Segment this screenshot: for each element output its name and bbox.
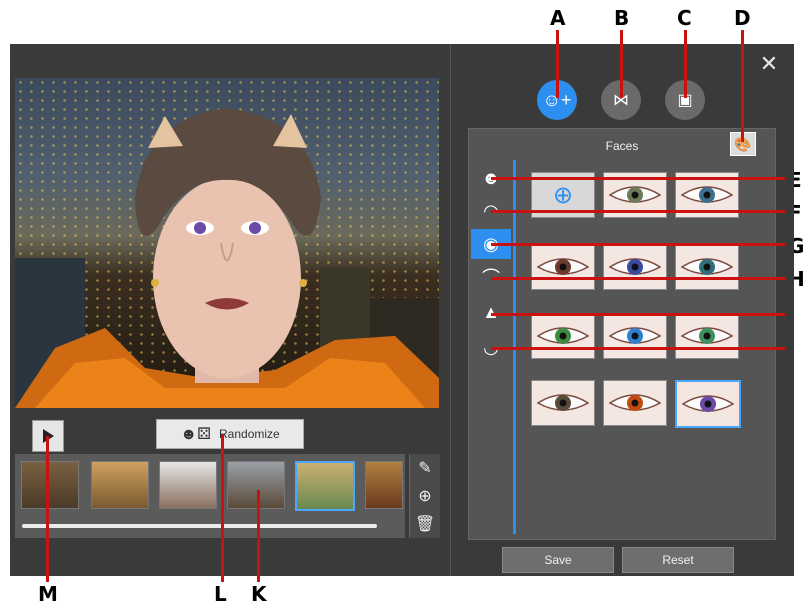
eye-option[interactable]: [603, 244, 667, 290]
category-nose[interactable]: ▲: [471, 297, 511, 327]
eye-option[interactable]: [603, 380, 667, 426]
character-thumb[interactable]: [91, 461, 149, 509]
online-info-icon: ⊕: [418, 488, 432, 505]
callout-line: [684, 30, 687, 98]
callout-line: [556, 30, 559, 98]
strip-scrollbar[interactable]: [22, 524, 377, 528]
eye-swatch: [536, 258, 590, 275]
edit-character-icon: ✎: [418, 460, 432, 477]
character-thumb[interactable]: [227, 461, 285, 509]
eye-option[interactable]: [675, 313, 739, 359]
online-info-button[interactable]: ⊕: [409, 482, 440, 510]
callout-l: L: [214, 582, 227, 606]
callout-line: [221, 434, 224, 582]
eye-option-selected[interactable]: [675, 380, 741, 428]
character-preview: [15, 78, 439, 408]
callout-a: A: [550, 6, 566, 30]
edit-character-button[interactable]: ✎: [409, 454, 440, 482]
eye-swatch: [681, 395, 735, 412]
callout-line: [491, 243, 785, 246]
callout-line: [620, 30, 623, 98]
callout-line: [491, 313, 785, 316]
eye-option[interactable]: [603, 313, 667, 359]
eye-option[interactable]: [675, 244, 739, 290]
character-thumb-selected[interactable]: [295, 461, 355, 511]
character-thumb[interactable]: [159, 461, 217, 509]
reset-button[interactable]: Reset: [622, 547, 734, 573]
callout-m: M: [38, 582, 58, 606]
callout-line: [491, 210, 785, 213]
callout-line: [257, 490, 260, 582]
close-button[interactable]: ✕: [755, 50, 783, 78]
character-face: [15, 108, 439, 408]
panel-separator: [450, 44, 451, 576]
delete-button[interactable]: 🗑: [409, 510, 440, 538]
callout-k: K: [251, 582, 267, 606]
dice-face-icon: ☻⚄: [180, 426, 212, 443]
callout-c: C: [677, 6, 692, 30]
eye-swatch: [536, 327, 590, 344]
character-thumb[interactable]: [365, 461, 403, 509]
eye-swatch: [536, 394, 590, 411]
callout-line: [491, 347, 785, 350]
save-button[interactable]: Save: [502, 547, 614, 573]
eye-option[interactable]: [531, 313, 595, 359]
nose-icon: ▲: [482, 301, 500, 322]
eye-swatch: [608, 394, 662, 411]
callout-b: B: [614, 6, 630, 30]
eye-option[interactable]: [531, 380, 595, 426]
character-thumb[interactable]: [21, 461, 79, 509]
randomize-button[interactable]: ☻⚄ Randomize: [156, 419, 304, 449]
eye-swatch: [680, 258, 734, 275]
callout-line: [46, 436, 49, 582]
randomize-label: Randomize: [219, 427, 280, 441]
callout-line: [491, 177, 785, 180]
callout-d: D: [734, 6, 751, 30]
eye-option[interactable]: [531, 244, 595, 290]
callout-line: [741, 30, 744, 142]
globe-download-icon: ⊕: [552, 181, 574, 209]
eye-swatch: [608, 327, 662, 344]
eye-swatch: [680, 327, 734, 344]
eye-swatch: [608, 258, 662, 275]
callout-line: [491, 277, 785, 280]
trash-icon: 🗑: [414, 516, 436, 533]
